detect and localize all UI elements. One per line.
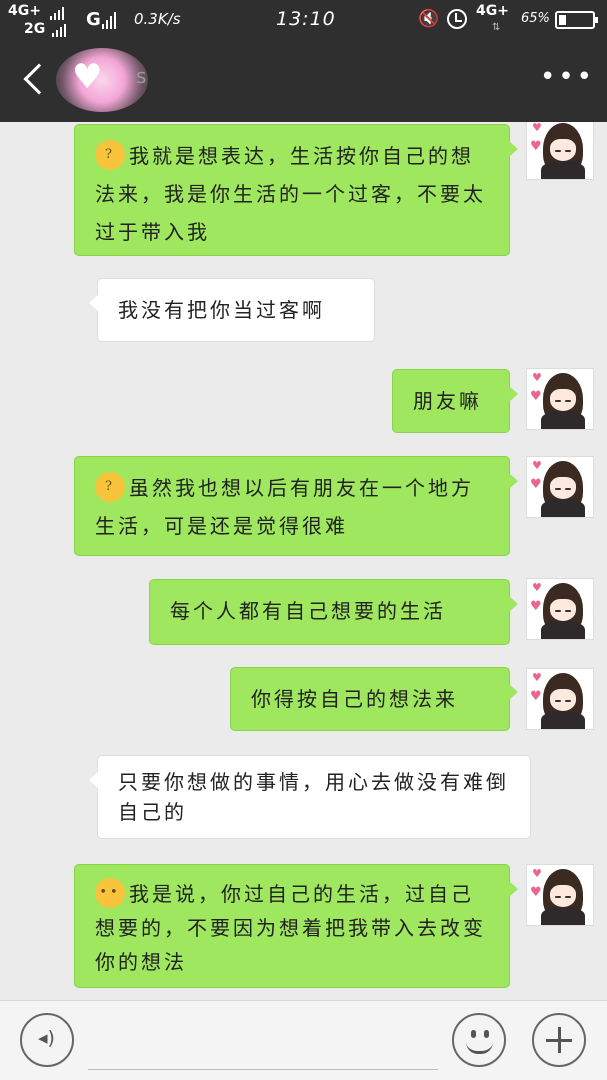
network-type-2: 2G — [24, 21, 46, 37]
heart-icon: ♥ — [532, 122, 542, 134]
thinking-face-icon: ? — [95, 139, 125, 170]
more-button[interactable]: ••• — [540, 64, 592, 92]
heart-icon: ♥ — [532, 371, 542, 384]
avatar[interactable]: ♥ ♥ — [526, 368, 594, 430]
signal-icon-2 — [52, 24, 66, 37]
heart-icon: ♥ — [530, 599, 542, 614]
input-bar: ◂) — [0, 1000, 607, 1080]
message-bubble-sent[interactable]: 你得按自己的想法来 — [230, 667, 518, 731]
thinking-face-icon: ? — [95, 471, 125, 502]
message-bubble-sent[interactable]: ? 我就是想表达，生活按你自己的想法来，我是你生活的一个过客，不要太过于带入我 — [74, 124, 518, 256]
heart-icon: ♥ — [72, 57, 103, 97]
voice-button[interactable]: ◂) — [20, 1013, 74, 1067]
battery-percent: 65% — [521, 11, 550, 26]
heart-icon: ♥ — [532, 867, 542, 880]
network-speed: 0.3K/s — [134, 10, 181, 28]
message-bubble-sent[interactable]: 朋友嘛 — [392, 369, 518, 433]
message-bubble-received[interactable]: 我没有把你当过客啊 — [89, 278, 375, 342]
signal-icon — [50, 7, 64, 20]
message-list[interactable]: ? 我就是想表达，生活按你自己的想法来，我是你生活的一个过客，不要太过于带入我 ♥… — [0, 122, 607, 1000]
avatar[interactable]: ♥ ♥ — [526, 122, 594, 180]
more-options-button[interactable] — [532, 1013, 586, 1067]
voice-icon: ◂) — [38, 1027, 55, 1049]
heart-icon: ♥ — [532, 671, 542, 684]
chat-header: ♥ s ••• — [0, 40, 607, 122]
eye-roll-face-icon: •• — [95, 877, 125, 908]
message-input[interactable] — [88, 1069, 438, 1070]
avatar[interactable]: ♥ ♥ — [526, 668, 594, 730]
avatar[interactable]: ♥ ♥ — [526, 864, 594, 926]
emoji-button[interactable] — [452, 1013, 506, 1067]
message-bubble-received[interactable]: 只要你想做的事情，用心去做没有难倒自己的 — [89, 755, 531, 839]
network-type-3: 4G+ — [476, 3, 509, 19]
avatar[interactable]: ♥ ♥ — [526, 578, 594, 640]
message-bubble-sent[interactable]: 每个人都有自己想要的生活 — [149, 579, 518, 645]
alarm-icon — [447, 9, 467, 29]
chevron-left-icon — [23, 63, 55, 95]
network-type-g: G — [86, 9, 101, 30]
signal-icon-3 — [102, 12, 116, 29]
clock: 13:10 — [276, 8, 336, 30]
contact-name-tail: s — [136, 64, 147, 88]
heart-icon: ♥ — [530, 477, 542, 492]
heart-icon: ♥ — [530, 689, 542, 704]
heart-icon: ♥ — [530, 139, 542, 154]
message-bubble-sent[interactable]: ? 虽然我也想以后有朋友在一个地方生活，可是还是觉得很难 — [74, 456, 518, 556]
heart-icon: ♥ — [530, 389, 542, 404]
heart-icon: ♥ — [532, 581, 542, 594]
avatar[interactable]: ♥ ♥ — [526, 456, 594, 518]
message-bubble-sent[interactable]: •• 我是说，你过自己的生活，过自己想要的，不要因为想着把我带入去改变你的想法 — [74, 864, 518, 988]
heart-icon: ♥ — [532, 459, 542, 472]
status-bar: 4G+ 2G G 0.3K/s 13:10 🔇 4G+ ⇅ 65% — [0, 0, 607, 40]
heart-icon: ♥ — [530, 885, 542, 900]
network-type-1: 4G+ — [8, 3, 41, 19]
data-transfer-icon: ⇅ — [492, 22, 501, 33]
back-button[interactable] — [18, 58, 55, 102]
mute-icon: 🔇 — [418, 9, 440, 29]
battery-icon — [555, 11, 598, 29]
smile-icon — [466, 1042, 493, 1054]
